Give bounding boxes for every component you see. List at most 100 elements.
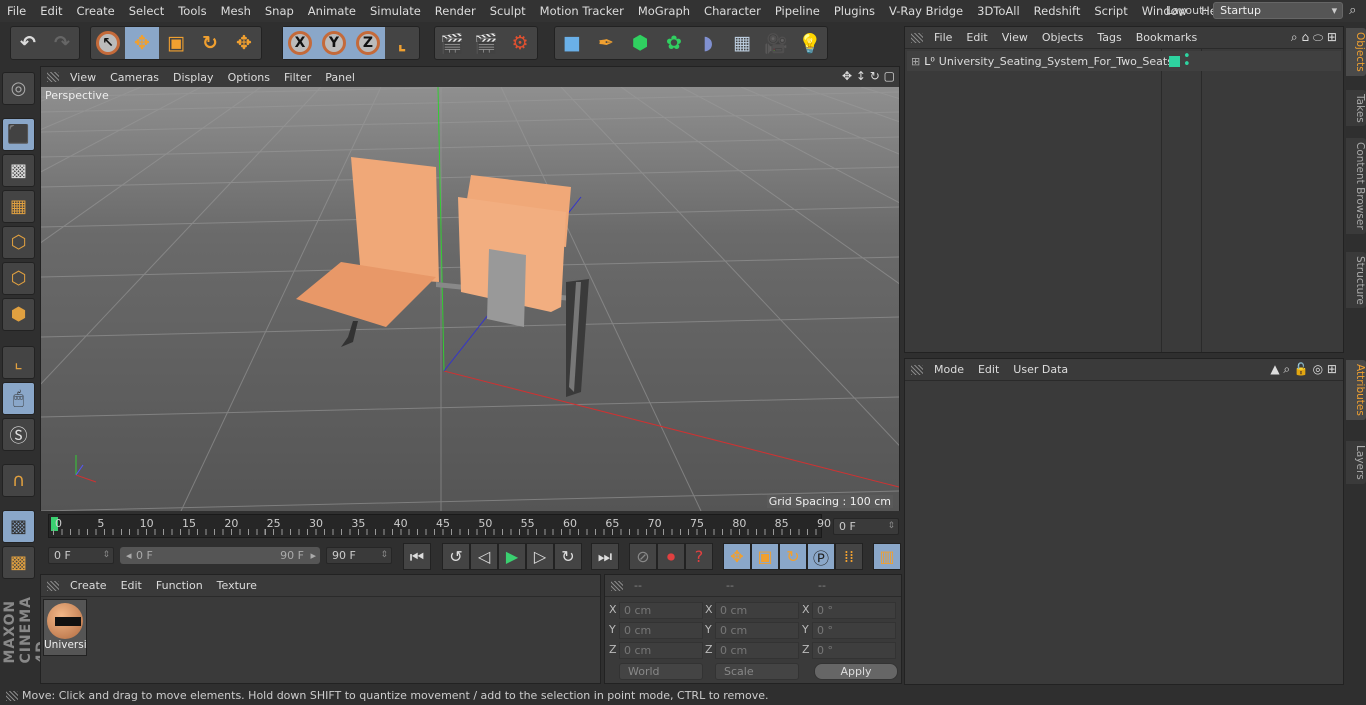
viewport-nav-icons[interactable]: ✥ ↕ ↻ ▢ (842, 69, 895, 83)
magnet-icon[interactable]: ∩ (2, 464, 35, 497)
menu-tools[interactable]: Tools (171, 4, 213, 18)
layer-color-swatch[interactable] (1169, 55, 1180, 67)
menu-view[interactable]: View (995, 31, 1035, 44)
side-tab-objects[interactable]: Objects (1346, 28, 1366, 76)
menu-redshift[interactable]: Redshift (1027, 4, 1088, 18)
timeline-ruler[interactable]: 0 5 10 15 20 25 30 35 40 45 50 55 60 65 70 75 80 85 90 (48, 514, 831, 538)
frame-range-slider[interactable]: ◂ 0 F 90 F ▸ (120, 547, 320, 564)
size-mode-dropdown[interactable]: Scale (715, 663, 799, 680)
previous-frame-icon[interactable]: ◁ (470, 543, 498, 570)
menu-filter[interactable]: Filter (277, 71, 318, 84)
object-row[interactable]: ⊞ L⁰ University_Seating_System_For_Two_S… (907, 50, 1341, 71)
menu-objects[interactable]: Objects (1035, 31, 1091, 44)
subdivision-icon[interactable]: ⬢ (623, 27, 657, 59)
render-settings-icon[interactable]: ⚙ (503, 27, 537, 59)
coordinate-system-icon[interactable]: ⌞ (385, 27, 419, 59)
menu-tags[interactable]: Tags (1090, 31, 1128, 44)
menu-file[interactable]: File (0, 4, 33, 18)
menu-script[interactable]: Script (1087, 4, 1134, 18)
size-x-field[interactable]: 0 cm (715, 602, 799, 619)
deformer-icon[interactable]: ◗ (691, 27, 725, 59)
menu-edit[interactable]: Edit (959, 31, 994, 44)
menu-view[interactable]: View (63, 71, 103, 84)
timeline-window-icon[interactable]: ▥ (873, 543, 901, 570)
side-tab-content-browser[interactable]: Content Browser (1346, 138, 1366, 234)
viewport-scene[interactable]: Perspective Grid Spacing : 100 cm (0, 76, 1366, 512)
menu-character[interactable]: Character (697, 4, 768, 18)
y-axis-icon[interactable]: Y (317, 27, 351, 59)
undo-icon[interactable]: ↶ (11, 27, 45, 59)
texture-mode-icon[interactable]: ▩ (2, 154, 35, 187)
menu-plugins[interactable]: Plugins (827, 4, 882, 18)
keyframe-selection-icon[interactable]: ? (685, 543, 713, 570)
key-position-icon[interactable]: ✥ (723, 543, 751, 570)
camera-label[interactable]: Perspective (45, 89, 109, 102)
menu-function[interactable]: Function (149, 579, 210, 592)
model-mode-icon[interactable]: ⬛ (2, 118, 35, 151)
menu-texture[interactable]: Texture (210, 579, 264, 592)
key-parameter-icon[interactable]: Ⓟ (807, 543, 835, 570)
rotation-z-field[interactable]: 0 ° (812, 642, 896, 659)
points-mode-icon[interactable]: ⬡ (2, 226, 35, 259)
size-z-field[interactable]: 0 cm (715, 642, 799, 659)
start-frame-field[interactable]: 0 F (48, 547, 114, 564)
camera-icon[interactable]: 🎥 (759, 27, 793, 59)
menu-3dtoall[interactable]: 3DToAll (970, 4, 1027, 18)
x-axis-icon[interactable]: X (283, 27, 317, 59)
live-selection-icon[interactable]: ↖ (91, 27, 125, 59)
menu-bookmarks[interactable]: Bookmarks (1129, 31, 1204, 44)
menu-snap[interactable]: Snap (258, 4, 301, 18)
axis-mode-icon[interactable]: ⌞ (2, 346, 35, 379)
rotation-x-field[interactable]: 0 ° (812, 602, 896, 619)
end-frame-field[interactable]: 90 F (326, 547, 392, 564)
menu-mograph[interactable]: MoGraph (631, 4, 697, 18)
menu-mode[interactable]: Mode (927, 363, 971, 376)
rotation-y-field[interactable]: 0 ° (812, 622, 896, 639)
menu-create[interactable]: Create (70, 4, 122, 18)
menu-mesh[interactable]: Mesh (214, 4, 258, 18)
visibility-dots-icon[interactable]: • • (1183, 50, 1191, 71)
z-axis-icon[interactable]: Z (351, 27, 385, 59)
key-pla-icon[interactable]: ⁞⁞ (835, 543, 863, 570)
object-name[interactable]: University_Seating_System_For_Two_Seats (939, 55, 1173, 68)
grip-handle[interactable] (47, 580, 59, 591)
side-tab-structure[interactable]: Structure (1346, 251, 1366, 309)
grip-handle[interactable] (911, 364, 923, 375)
tweak-mode-icon[interactable]: 🖱 (2, 382, 35, 415)
side-tab-layers[interactable]: Layers (1346, 441, 1366, 484)
next-key-icon[interactable]: ↻ (554, 543, 582, 570)
menu-create[interactable]: Create (63, 579, 114, 592)
pen-icon[interactable]: ✒ (589, 27, 623, 59)
scale-icon[interactable]: ▣ (159, 27, 193, 59)
go-to-start-icon[interactable]: ⏮ (403, 543, 431, 570)
menu-pipeline[interactable]: Pipeline (768, 4, 827, 18)
material-thumbnail[interactable]: Universi (43, 599, 87, 656)
cube-icon[interactable]: ■ (555, 27, 589, 59)
next-frame-icon[interactable]: ▷ (526, 543, 554, 570)
light-icon[interactable]: 💡 (793, 27, 827, 59)
menu-v-ray-bridge[interactable]: V-Ray Bridge (882, 4, 970, 18)
side-tab-takes[interactable]: Takes (1346, 89, 1366, 127)
menu-animate[interactable]: Animate (301, 4, 363, 18)
key-rotation-icon[interactable]: ↻ (779, 543, 807, 570)
workplane-icon[interactable]: ▦ (2, 190, 35, 223)
floor-icon[interactable]: ▦ (725, 27, 759, 59)
menu-render[interactable]: Render (428, 4, 483, 18)
menu-file[interactable]: File (927, 31, 959, 44)
menu-edit[interactable]: Edit (114, 579, 149, 592)
menu-options[interactable]: Options (221, 71, 277, 84)
apply-button[interactable]: Apply (814, 663, 898, 680)
last-tool-icon[interactable]: ✥ (227, 27, 261, 59)
attribute-manager-icons[interactable]: ▲ ⌕ 🔓 ◎ ⊞ (1270, 362, 1337, 377)
layout-dropdown[interactable]: Startup (1213, 2, 1344, 19)
menu-user-data[interactable]: User Data (1006, 363, 1075, 376)
menu-select[interactable]: Select (122, 4, 171, 18)
menu-simulate[interactable]: Simulate (363, 4, 428, 18)
record-disabled-icon[interactable]: ⊘ (629, 543, 657, 570)
menu-display[interactable]: Display (166, 71, 221, 84)
position-x-field[interactable]: 0 cm (619, 602, 703, 619)
autokey-icon[interactable]: ⏺ (657, 543, 685, 570)
render-view-icon[interactable]: 🎬 (435, 27, 469, 59)
position-z-field[interactable]: 0 cm (619, 642, 703, 659)
snap-s-icon[interactable]: Ⓢ (2, 418, 35, 451)
